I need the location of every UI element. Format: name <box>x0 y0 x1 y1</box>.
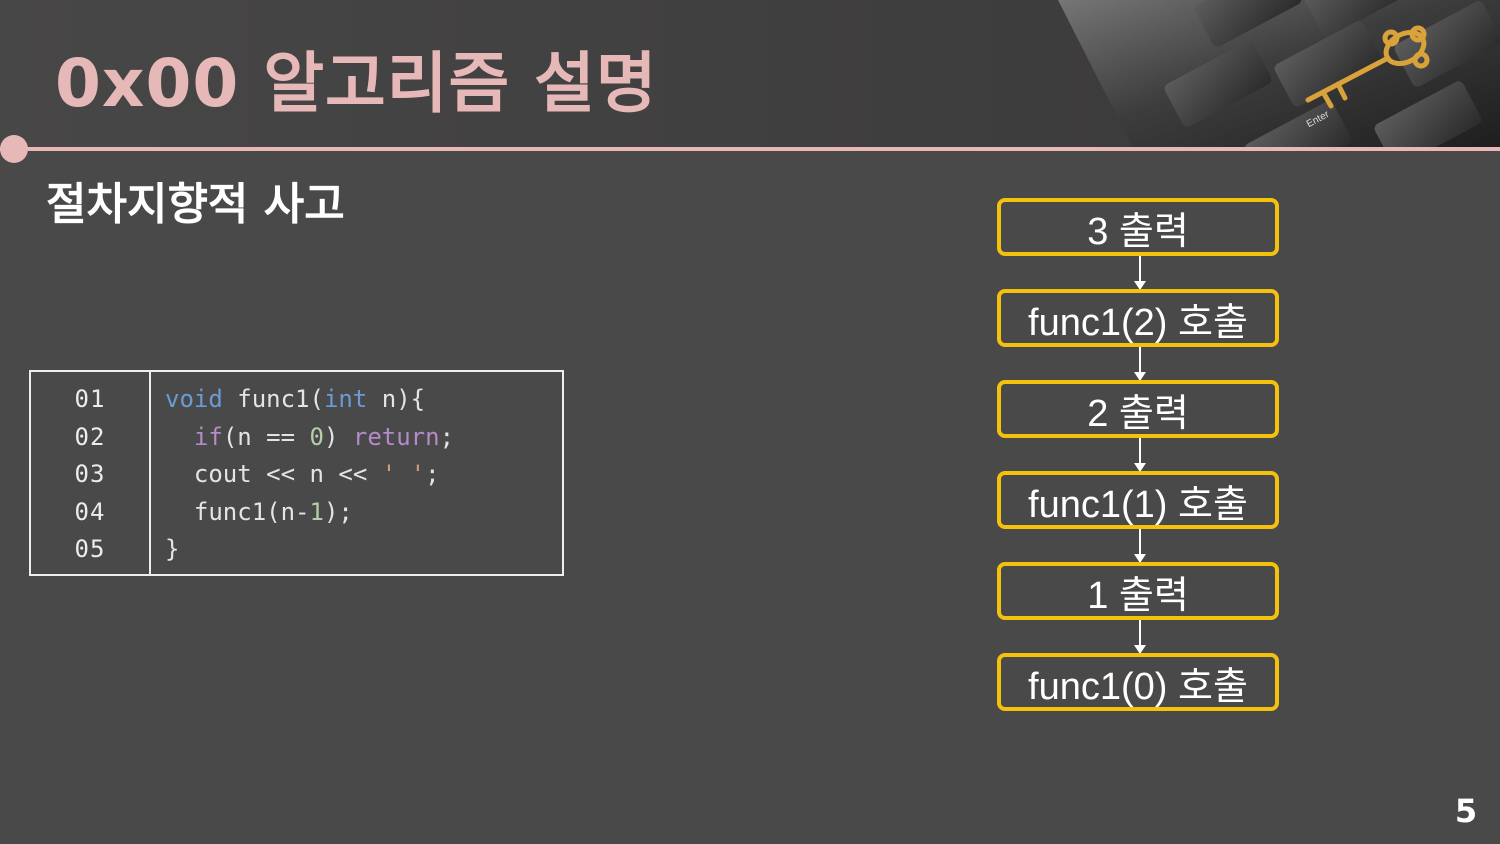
code-token: void <box>165 385 223 413</box>
flow-step-box: 3 출력 <box>997 198 1279 256</box>
code-line: void func1(int n){ <box>165 383 454 421</box>
keyboard-key-image: Enter <box>1058 0 1500 148</box>
line-number: 03 <box>74 460 106 488</box>
code-token: (n == <box>222 422 310 451</box>
code-token: func1( <box>222 385 324 413</box>
line-number: 02 <box>74 422 106 451</box>
line-number: 04 <box>74 497 106 526</box>
code-line: } <box>165 533 454 571</box>
code-block: 01 02 03 04 05 void func1(int n){ if(n == 0)… <box>29 370 564 576</box>
flow-arrow <box>1134 529 1146 563</box>
code-token: if <box>193 422 223 451</box>
flow-arrow <box>1134 438 1146 472</box>
code-token: int <box>323 385 368 413</box>
flow-step-box: func1(2) 호출 <box>997 289 1279 347</box>
line-number: 05 <box>74 535 106 563</box>
flow-step-box: 2 출력 <box>997 380 1279 438</box>
line-number: 01 <box>74 385 106 413</box>
code-token: n){ <box>367 385 426 413</box>
code-token: ' ' <box>381 460 426 488</box>
flow-arrow <box>1134 347 1146 381</box>
code-token: return <box>352 422 440 451</box>
divider-dot <box>0 135 28 163</box>
flow-step-box: func1(1) 호출 <box>997 471 1279 529</box>
code-body: void func1(int n){ if(n == 0) return; co… <box>151 372 454 574</box>
section-title: 절차지향적 사고 <box>46 179 345 230</box>
code-line: func1(n-1); <box>165 496 454 534</box>
code-token: 1 <box>309 497 324 526</box>
code-token: ; <box>439 422 455 451</box>
title-divider <box>0 147 1500 151</box>
slide-title: 0x00 알고리즘 설명 <box>55 45 658 122</box>
code-token: } <box>165 535 180 563</box>
flow-step-box: func1(0) 호출 <box>997 653 1279 711</box>
code-token: ; <box>425 460 440 488</box>
code-line: if(n == 0) return; <box>165 421 454 459</box>
flow-arrow <box>1134 256 1146 290</box>
flow-step-box: 1 출력 <box>997 562 1279 620</box>
code-token: func1(n- <box>165 497 310 526</box>
code-token: ) <box>323 422 353 451</box>
golden-key-icon <box>1305 25 1430 109</box>
page-number: 5 <box>1454 792 1478 830</box>
code-token: 0 <box>309 422 324 451</box>
code-line: cout << n << ' '; <box>165 458 454 496</box>
code-token: ); <box>323 497 353 526</box>
keyboard-key <box>1162 39 1274 129</box>
code-token: cout << n << <box>165 460 382 488</box>
flow-arrow <box>1134 620 1146 654</box>
line-number-gutter: 01 02 03 04 05 <box>31 372 151 574</box>
